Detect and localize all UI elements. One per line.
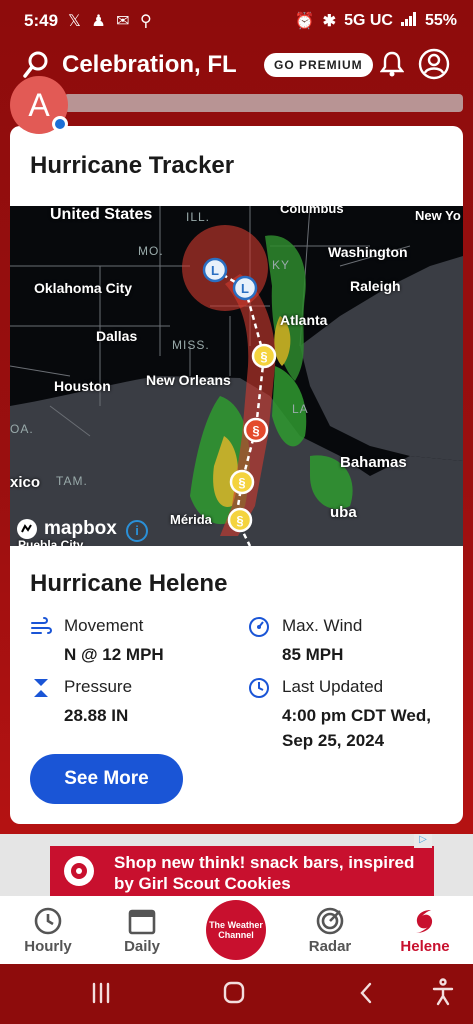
account-icon[interactable] — [418, 48, 450, 85]
nav-radar[interactable]: Radar — [290, 896, 370, 964]
updated-label: Last Updated — [282, 677, 384, 696]
nav-hourly[interactable]: Hourly — [8, 896, 88, 964]
calendar-icon — [128, 909, 156, 935]
target-logo-icon — [64, 856, 94, 886]
map-state-mo: MO. — [138, 244, 164, 258]
see-more-button[interactable]: See More — [30, 754, 183, 804]
nav-daily-label: Daily — [124, 938, 160, 955]
map-label-atlanta: Atlanta — [280, 312, 328, 328]
map-label-dallas: Dallas — [96, 328, 138, 344]
hurricane-tracker-card: Hurricane Tracker L L § § § § United Sta… — [10, 126, 463, 824]
map-label-merida: Mérida — [170, 512, 212, 527]
svg-text:L: L — [211, 263, 219, 278]
go-premium-button[interactable]: GO PREMIUM — [264, 53, 373, 77]
map-label-washington: Washington — [328, 244, 408, 260]
signal-icon — [400, 11, 417, 31]
map-label-houston: Houston — [54, 378, 111, 394]
bluetooth-icon: ✱ — [322, 13, 337, 30]
pressure-value: 28.88 IN — [64, 706, 129, 725]
map-label-oklahoma-city: Oklahoma City — [34, 280, 133, 296]
map-label-bahamas: Bahamas — [340, 454, 407, 471]
avatar-letter: A — [28, 87, 50, 123]
map-label-cuba: uba — [330, 504, 357, 521]
gauge-icon — [248, 616, 270, 643]
alarm-icon: ⏰ — [294, 13, 315, 30]
location-title[interactable]: Celebration, FL — [62, 51, 237, 79]
card-title: Hurricane Tracker — [30, 152, 235, 179]
status-right-group: ⏰ ✱ 5G UC 55% — [295, 11, 457, 31]
hurricane-icon — [416, 910, 433, 933]
status-bar: 5:49 𝕏 ♟ ✉ ⚲ ⏰ ✱ 5G UC 55% — [0, 0, 473, 44]
map-state-oa: OA. — [10, 422, 34, 436]
avatar-badge-icon — [52, 116, 68, 132]
movement-value: N @ 12 MPH — [64, 645, 164, 664]
clock-icon — [34, 907, 62, 935]
svg-text:L: L — [241, 281, 249, 296]
map-label-new-york: New Yo — [415, 208, 461, 223]
ad-text: Shop new think! snack bars, inspired by … — [114, 853, 415, 893]
map-info-icon[interactable]: i — [126, 520, 148, 542]
map-state-tam: TAM. — [56, 474, 88, 488]
map-state-miss: MISS. — [172, 338, 210, 352]
ad-banner[interactable]: Shop new think! snack bars, inspired by … — [50, 846, 434, 896]
alert-strip — [64, 94, 463, 112]
bell-icon[interactable] — [379, 50, 405, 83]
nav-helene-label: Helene — [400, 938, 450, 955]
svg-text:§: § — [252, 423, 259, 438]
map-state-ill: ILL. — [186, 210, 211, 224]
svg-text:§: § — [238, 475, 245, 490]
stat-max-wind: Max. Wind 85 MPH — [248, 616, 448, 666]
max-wind-value: 85 MPH — [282, 645, 344, 664]
map-label-new-orleans: New Orleans — [146, 372, 231, 388]
nav-helene[interactable]: Helene — [385, 896, 465, 964]
pressure-icon — [30, 677, 52, 704]
mapbox-icon — [17, 519, 37, 539]
clock-icon — [248, 677, 270, 704]
nav-daily[interactable]: Daily — [102, 896, 182, 964]
map-state-ky: KY — [272, 258, 291, 272]
stat-movement: Movement N @ 12 MPH — [30, 616, 230, 666]
updated-value: 4:00 pm CDT Wed, Sep 25, 2024 — [282, 706, 431, 750]
map-label-columbus: Columbus — [280, 206, 344, 216]
map-label-mexico: xico — [10, 474, 41, 491]
mapbox-label: mapbox — [44, 518, 117, 539]
app-header: Celebration, FL GO PREMIUM — [0, 44, 473, 88]
system-nav-icons — [92, 978, 454, 1006]
hurricane-map[interactable]: L L § § § § United States Columbus New Y… — [10, 206, 463, 546]
map-state-la: LA — [292, 402, 309, 416]
weather-channel-logo[interactable]: The Weather Channel — [206, 900, 266, 960]
stat-last-updated: Last Updated 4:00 pm CDT Wed, Sep 25, 20… — [248, 677, 458, 750]
map-label-united-states: United States — [50, 206, 153, 223]
status-time: 5:49 — [24, 11, 59, 30]
map-label-raleigh: Raleigh — [350, 278, 401, 294]
network-label: 5G UC — [344, 12, 393, 29]
wind-icon — [30, 616, 52, 643]
radar-icon — [316, 907, 344, 935]
nav-radar-label: Radar — [308, 938, 352, 955]
max-wind-label: Max. Wind — [282, 616, 363, 635]
svg-text:§: § — [260, 349, 267, 364]
ad-choices-icon[interactable]: ▷ — [414, 834, 432, 848]
notification-icons: 𝕏 ♟ ✉ ⚲ — [68, 13, 155, 30]
pressure-label: Pressure — [64, 677, 133, 696]
svg-text:§: § — [236, 513, 243, 528]
user-avatar[interactable]: A — [10, 76, 68, 134]
mapbox-logo: mapbox — [16, 518, 117, 540]
system-nav-bar — [0, 964, 473, 1024]
storm-name: Hurricane Helene — [30, 570, 228, 597]
bottom-nav: Hourly Daily The Weather Channel Radar H… — [0, 896, 473, 964]
nav-hourly-label: Hourly — [24, 938, 72, 955]
battery-label: 55% — [424, 12, 457, 29]
stat-pressure: Pressure 28.88 IN — [30, 677, 230, 727]
movement-label: Movement — [64, 616, 144, 635]
